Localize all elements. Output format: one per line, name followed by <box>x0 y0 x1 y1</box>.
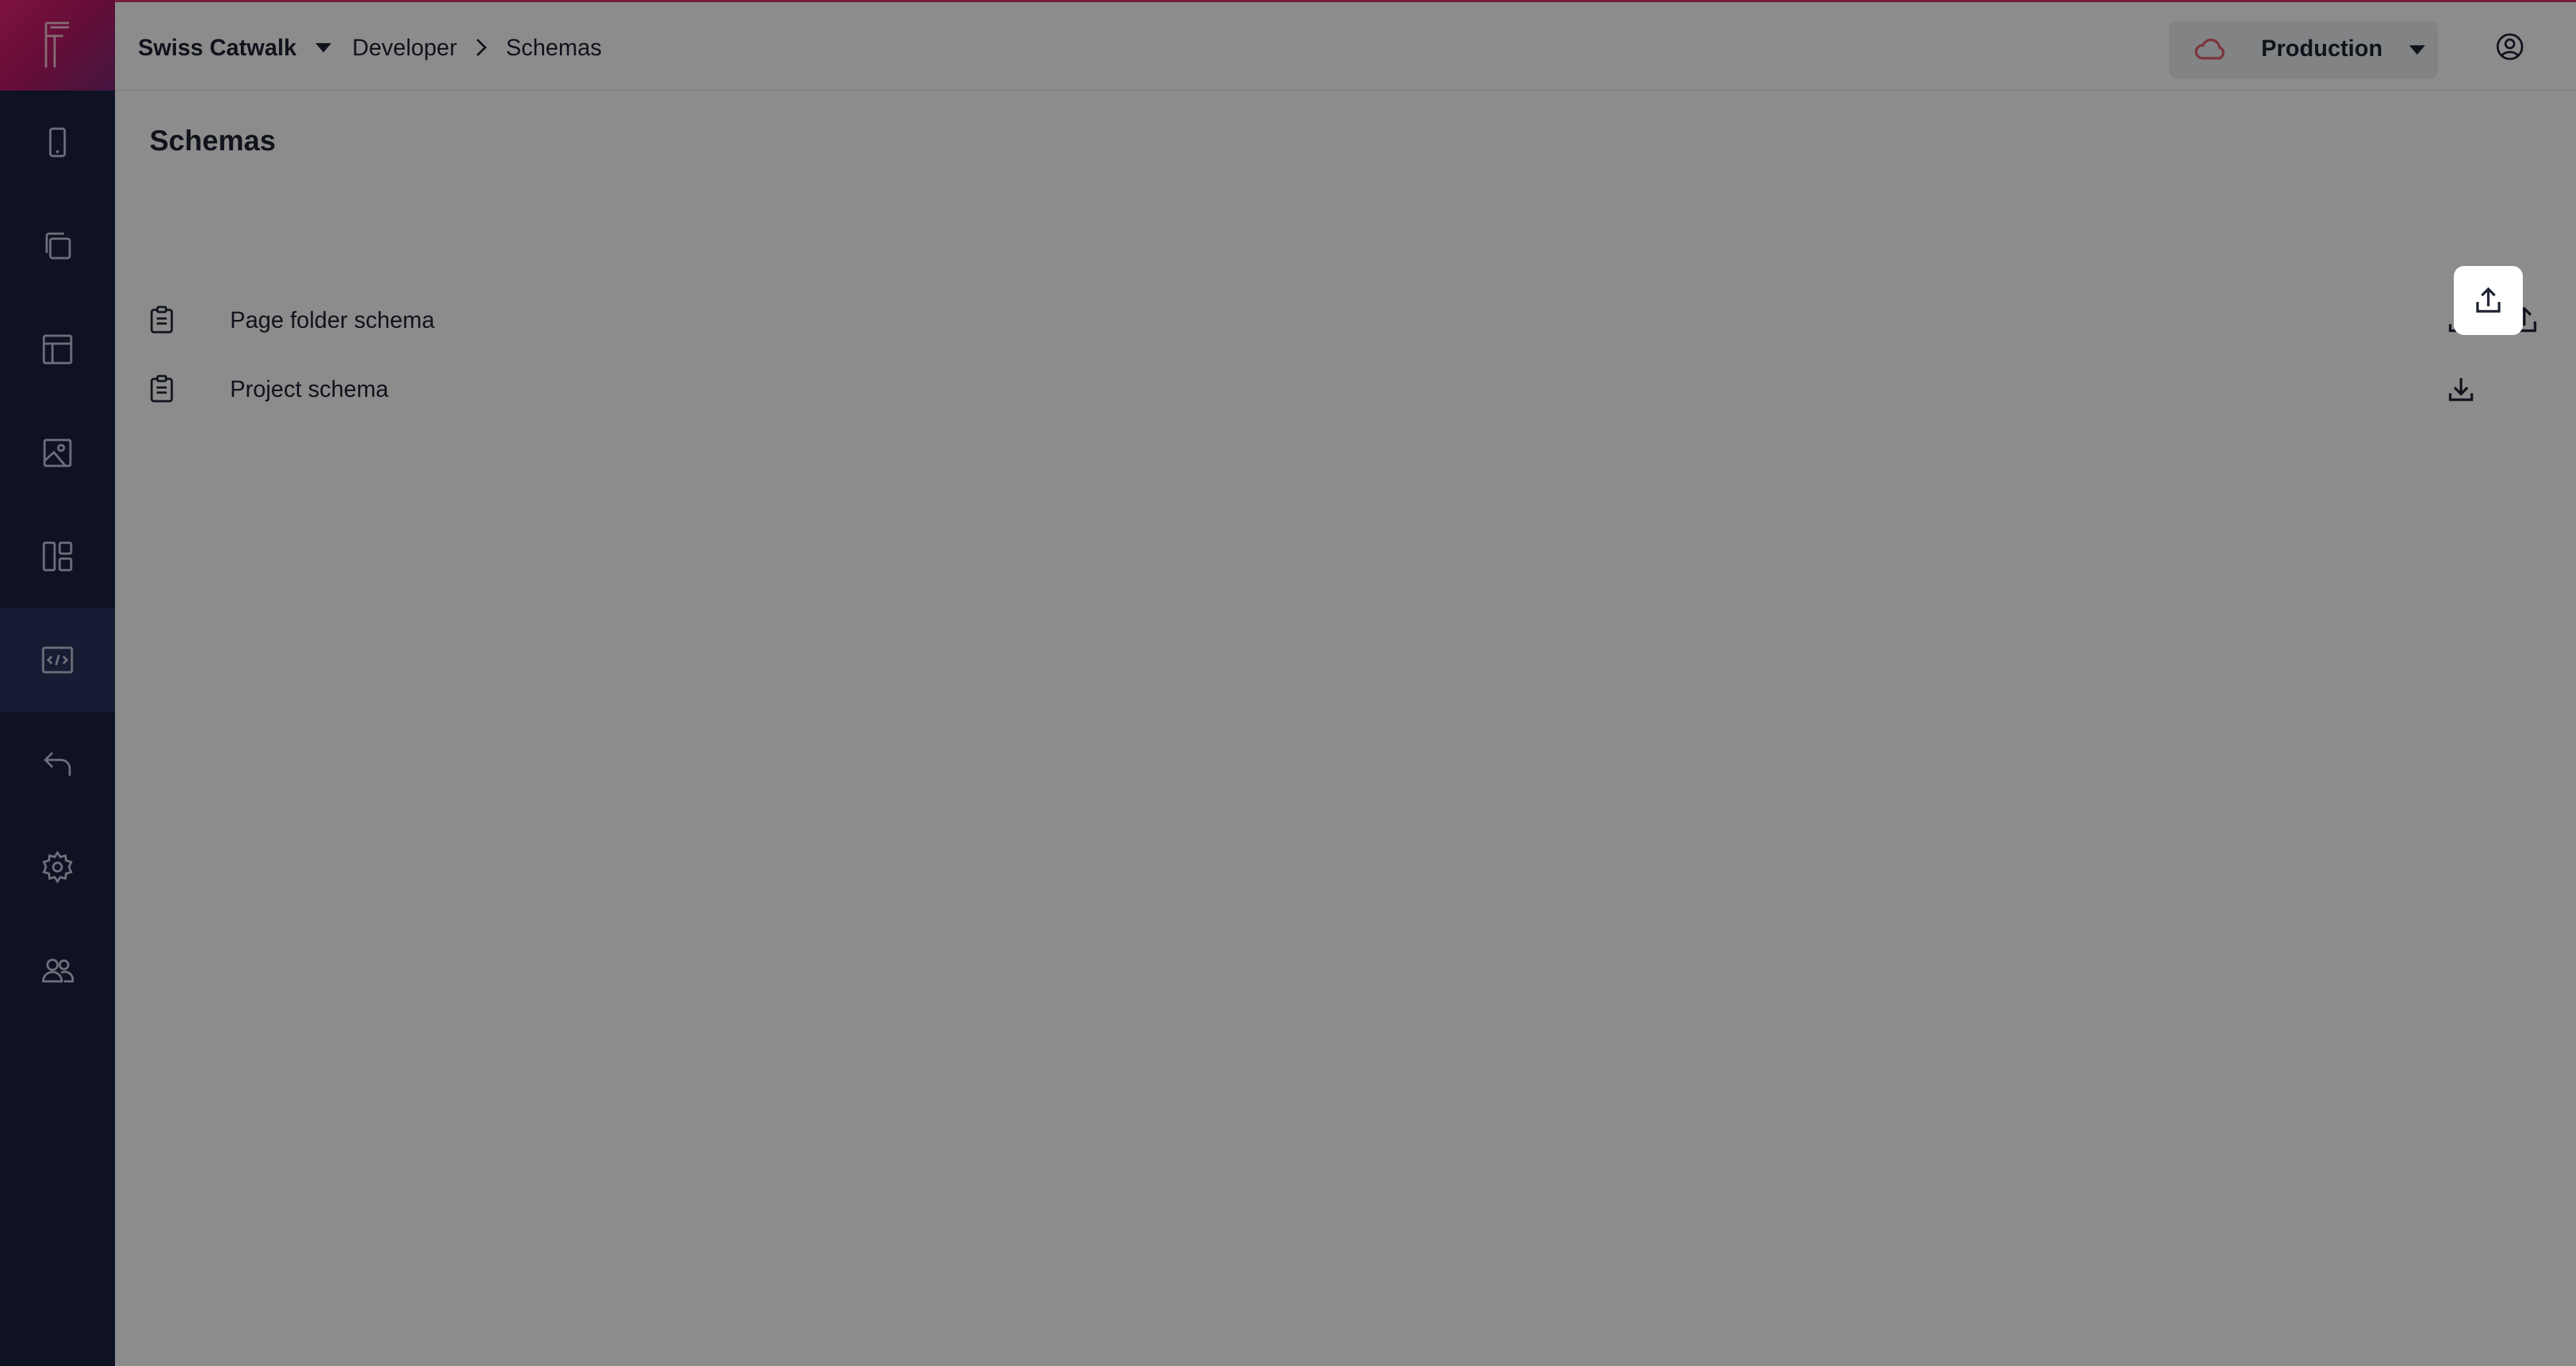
upload-icon <box>2476 287 2501 313</box>
upload-schema-button-highlighted[interactable] <box>2454 266 2523 335</box>
modal-overlay <box>0 0 2576 1366</box>
